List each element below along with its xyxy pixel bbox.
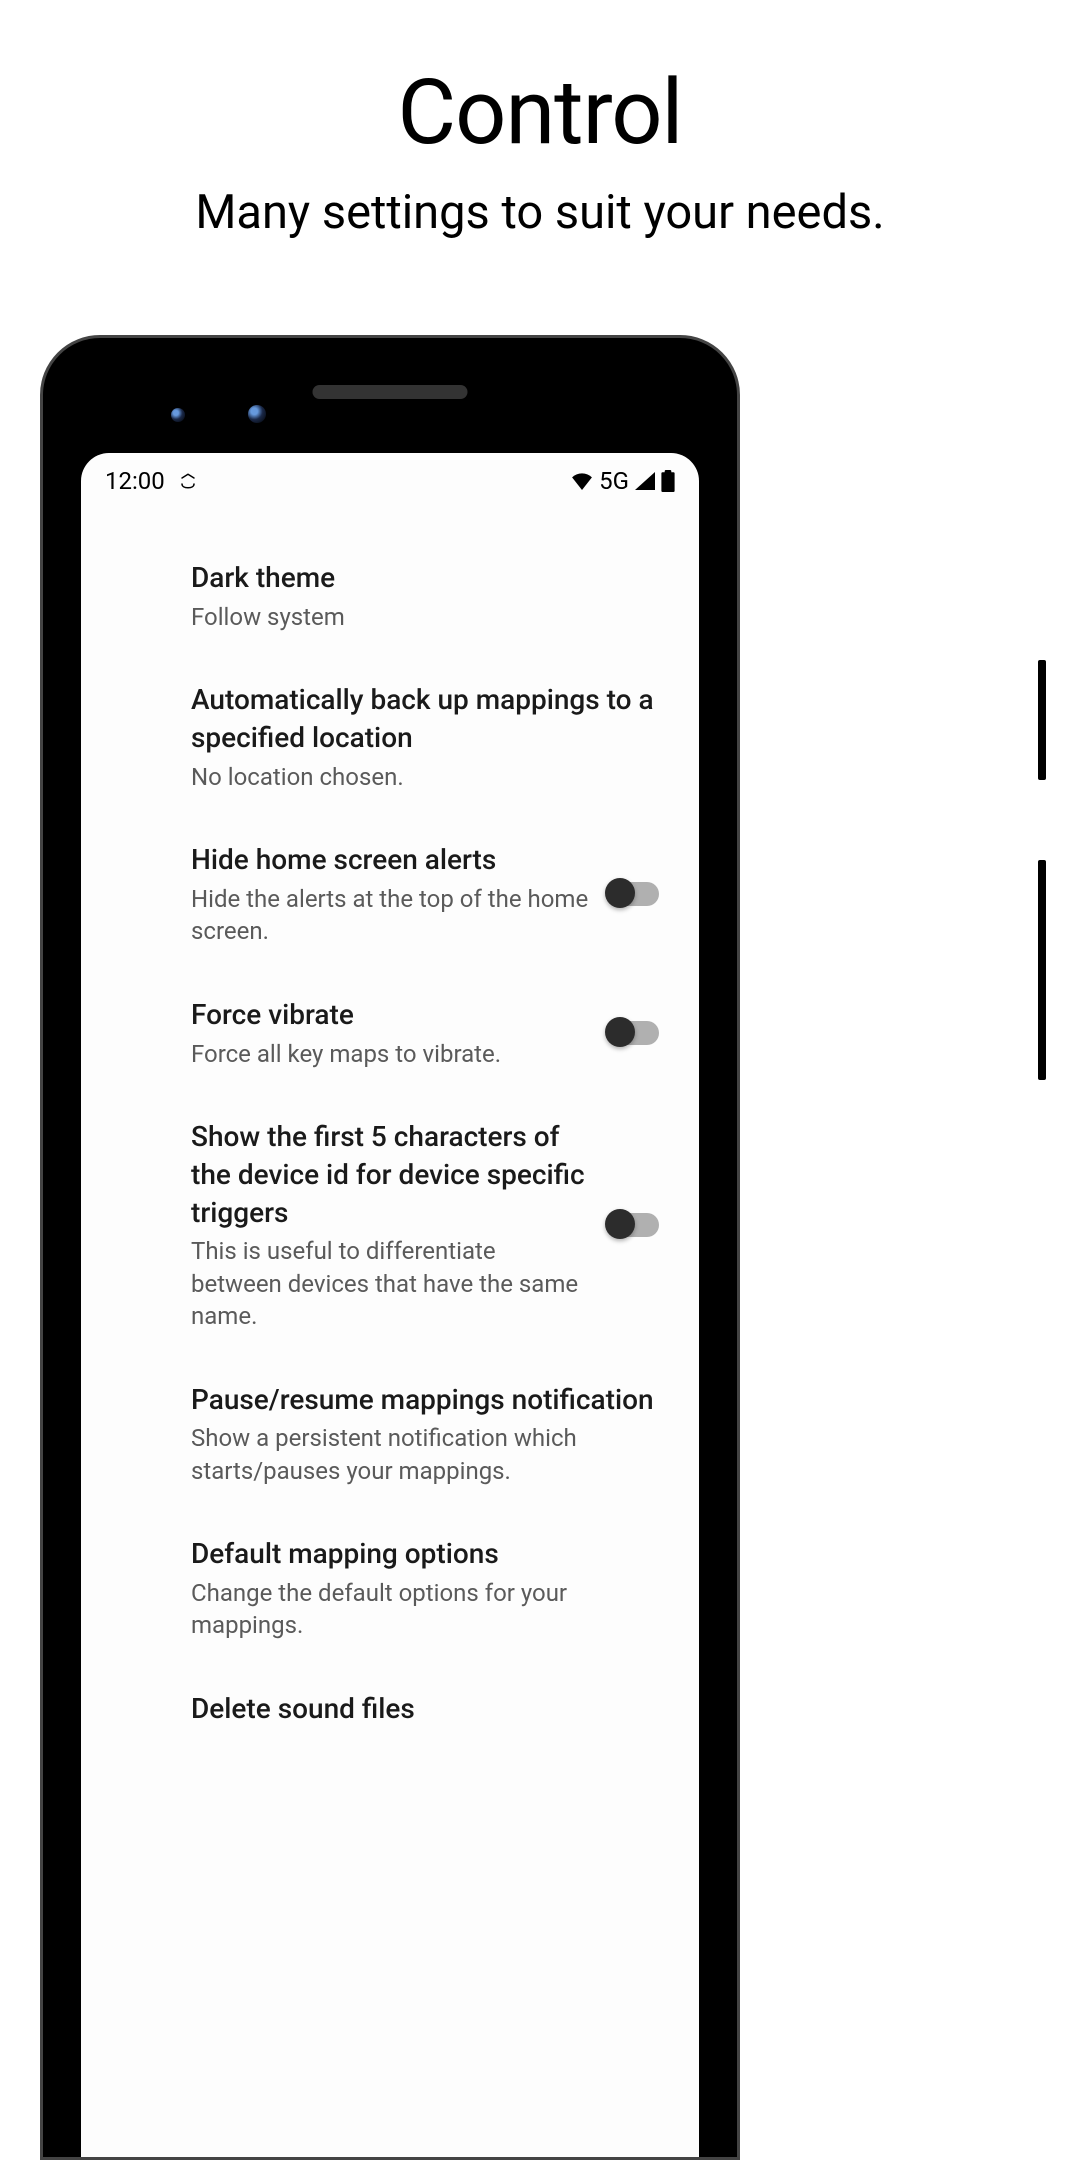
setting-text: Force vibrate Force all key maps to vibr… — [191, 996, 589, 1070]
setting-subtitle: Follow system — [191, 601, 669, 633]
setting-title: Force vibrate — [191, 996, 589, 1034]
phone-side-button — [1038, 660, 1046, 780]
toggle-switch[interactable] — [609, 1021, 659, 1045]
toggle-thumb — [605, 878, 635, 908]
setting-subtitle: This is useful to differentiate between … — [191, 1235, 589, 1332]
page-header: Control Many settings to suit your needs… — [0, 0, 1080, 241]
phone-screen: 12:00 5G — [81, 453, 699, 2157]
setting-title: Dark theme — [191, 559, 669, 597]
setting-notification[interactable]: Pause/resume mappings notification Show … — [191, 1357, 669, 1512]
setting-subtitle: Show a persistent notification which sta… — [191, 1422, 669, 1487]
setting-subtitle: Hide the alerts at the top of the home s… — [191, 883, 589, 948]
setting-title: Delete sound files — [191, 1690, 669, 1728]
toggle-switch[interactable] — [609, 882, 659, 906]
toggle-switch[interactable] — [609, 1213, 659, 1237]
setting-text: Show the first 5 characters of the devic… — [191, 1118, 589, 1333]
setting-device-id[interactable]: Show the first 5 characters of the devic… — [191, 1094, 669, 1357]
setting-force-vibrate[interactable]: Force vibrate Force all key maps to vibr… — [191, 972, 669, 1094]
setting-delete-sound[interactable]: Delete sound files — [191, 1666, 669, 1752]
setting-hide-alerts[interactable]: Hide home screen alerts Hide the alerts … — [191, 817, 669, 972]
wifi-icon — [571, 472, 593, 490]
setting-backup[interactable]: Automatically back up mappings to a spec… — [191, 657, 669, 817]
setting-text: Default mapping options Change the defau… — [191, 1535, 669, 1642]
setting-text: Hide home screen alerts Hide the alerts … — [191, 841, 589, 948]
phone-camera-icon — [171, 408, 185, 422]
toggle-thumb — [605, 1209, 635, 1239]
network-label: 5G — [599, 467, 629, 495]
setting-title: Show the first 5 characters of the devic… — [191, 1118, 589, 1231]
setting-text: Delete sound files — [191, 1690, 669, 1728]
setting-text: Dark theme Follow system — [191, 559, 669, 633]
setting-default-options[interactable]: Default mapping options Change the defau… — [191, 1511, 669, 1666]
page-title: Control — [0, 60, 1080, 165]
status-right: 5G — [571, 467, 675, 495]
phone-speaker — [313, 385, 468, 399]
phone-body: 12:00 5G — [40, 335, 740, 2160]
update-icon — [179, 472, 197, 490]
toggle-thumb — [605, 1017, 635, 1047]
setting-dark-theme[interactable]: Dark theme Follow system — [191, 535, 669, 657]
settings-list: Dark theme Follow system Automatically b… — [81, 505, 699, 1751]
setting-subtitle: Change the default options for your mapp… — [191, 1577, 669, 1642]
setting-title: Automatically back up mappings to a spec… — [191, 681, 669, 757]
signal-icon — [635, 472, 655, 490]
setting-text: Pause/resume mappings notification Show … — [191, 1381, 669, 1488]
setting-text: Automatically back up mappings to a spec… — [191, 681, 669, 793]
page-subtitle: Many settings to suit your needs. — [0, 185, 1080, 241]
setting-title: Hide home screen alerts — [191, 841, 589, 879]
status-bar: 12:00 5G — [81, 453, 699, 505]
phone-side-button — [1038, 860, 1046, 1080]
battery-icon — [661, 470, 675, 492]
setting-subtitle: No location chosen. — [191, 761, 669, 793]
status-left: 12:00 — [105, 467, 197, 495]
setting-title: Pause/resume mappings notification — [191, 1381, 669, 1419]
setting-title: Default mapping options — [191, 1535, 669, 1573]
setting-subtitle: Force all key maps to vibrate. — [191, 1038, 589, 1070]
phone-camera-icon — [248, 405, 266, 423]
phone-frame: 12:00 5G — [40, 335, 740, 2160]
status-time: 12:00 — [105, 467, 165, 495]
